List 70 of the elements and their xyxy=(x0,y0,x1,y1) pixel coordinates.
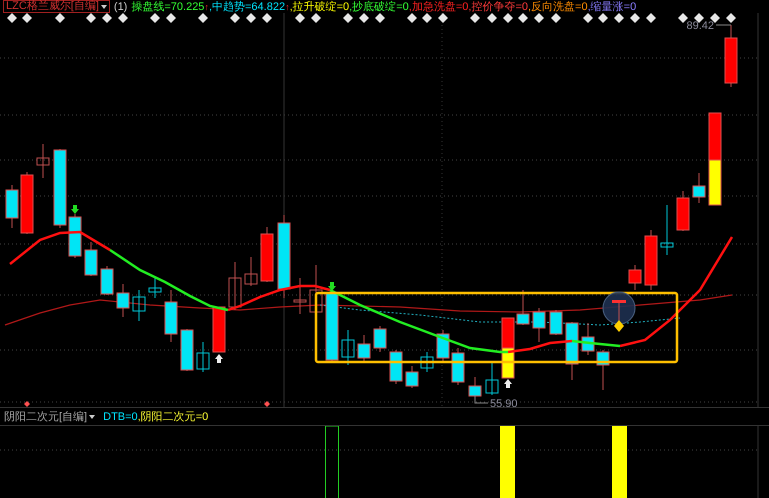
candlestick xyxy=(212,306,226,352)
candlestick xyxy=(228,262,242,310)
indicator-value: ,加急洗盘=0 xyxy=(408,0,468,12)
indicator-value: 操盘线=70.225 xyxy=(131,0,204,12)
diamond-icon xyxy=(55,13,65,23)
candlestick xyxy=(660,204,674,256)
indicator-value: ,中趋势=64.822 xyxy=(208,0,286,12)
candlestick xyxy=(724,24,738,88)
signal-bar xyxy=(325,426,339,498)
indicator-value: ,缩量涨=0 xyxy=(588,0,636,12)
candlestick xyxy=(550,310,562,336)
indicator-dropdown[interactable]: 阴阳二次元[自编] xyxy=(4,409,96,424)
marker-circle-icon xyxy=(602,292,636,332)
period-label: (1) xyxy=(114,0,128,12)
indicator-dropdown[interactable]: LZC格兰威尔[自编] xyxy=(3,0,110,13)
candlestick xyxy=(68,214,82,258)
candlestick xyxy=(516,290,530,326)
down-arrow-icon xyxy=(71,205,79,214)
candlestick xyxy=(132,290,146,322)
diamond-icon xyxy=(264,401,270,407)
arrow-mark: ↑ xyxy=(204,2,209,12)
diamond-icon xyxy=(198,13,208,23)
candlestick xyxy=(644,230,658,290)
arrow-mark: ↑ xyxy=(285,2,290,12)
down-arrow-icon xyxy=(328,282,336,291)
candlestick xyxy=(582,322,594,356)
candlestick xyxy=(452,348,464,386)
candlestick xyxy=(406,366,418,388)
candlestick xyxy=(420,352,434,372)
diamond-icon xyxy=(24,401,30,407)
signal-bar xyxy=(500,426,515,498)
candlestick xyxy=(84,242,98,276)
candlestick xyxy=(100,266,114,296)
indicator-value: DTB=0 xyxy=(103,410,138,422)
candlestick xyxy=(294,278,306,314)
candlestick xyxy=(676,190,690,232)
candlestick xyxy=(6,184,18,228)
candlestick xyxy=(692,172,706,204)
candlestick xyxy=(260,226,274,282)
indicator-value: ,控价争夺=0 xyxy=(468,0,528,12)
candlestick xyxy=(36,144,50,178)
candlestick xyxy=(390,350,402,384)
candlestick xyxy=(180,328,194,372)
candlestick xyxy=(436,330,450,362)
indicator-value: ,拉升破绽=0 xyxy=(290,0,350,12)
candlestick xyxy=(566,322,578,380)
candlestick xyxy=(374,326,386,352)
candlestick xyxy=(486,362,498,396)
candlestick xyxy=(358,334,370,362)
indicator-value: ,反向洗盘=0 xyxy=(528,0,588,12)
candlestick xyxy=(244,256,258,286)
candlestick xyxy=(116,284,130,318)
up-arrow-icon xyxy=(504,379,512,388)
up-arrow-icon xyxy=(215,354,223,363)
low-price-label: 55.90 xyxy=(490,398,518,407)
candlestick xyxy=(342,330,354,366)
candlestick xyxy=(596,350,610,390)
candlestick xyxy=(532,308,546,342)
signal-bar xyxy=(612,426,627,498)
high-price-label: 89.42 xyxy=(686,20,714,32)
caret-icon xyxy=(100,4,107,8)
indicator-value: ,阴阳二次元=0 xyxy=(138,410,208,422)
candlestick xyxy=(196,342,210,372)
candlestick xyxy=(164,290,178,342)
indicator-value: ,抄底破绽=0 xyxy=(349,0,409,12)
candlestick xyxy=(20,172,34,234)
candlestick xyxy=(502,318,514,378)
candlestick xyxy=(628,264,642,290)
caret-icon xyxy=(89,414,96,418)
candlestick xyxy=(148,278,162,298)
